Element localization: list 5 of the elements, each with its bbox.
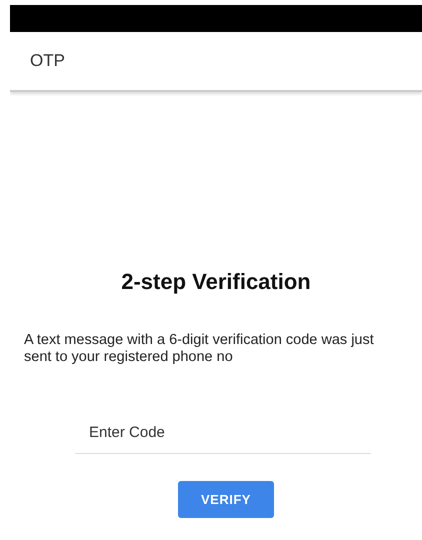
app-bar-title: OTP: [30, 51, 65, 71]
message-text: A text message with a 6-digit verification code was just sent to your registered phone no: [23, 332, 375, 366]
heading: 2-step Verification: [121, 269, 311, 295]
code-input-field[interactable]: Enter Code: [75, 420, 371, 454]
verify-button[interactable]: VERIFY: [178, 481, 274, 518]
